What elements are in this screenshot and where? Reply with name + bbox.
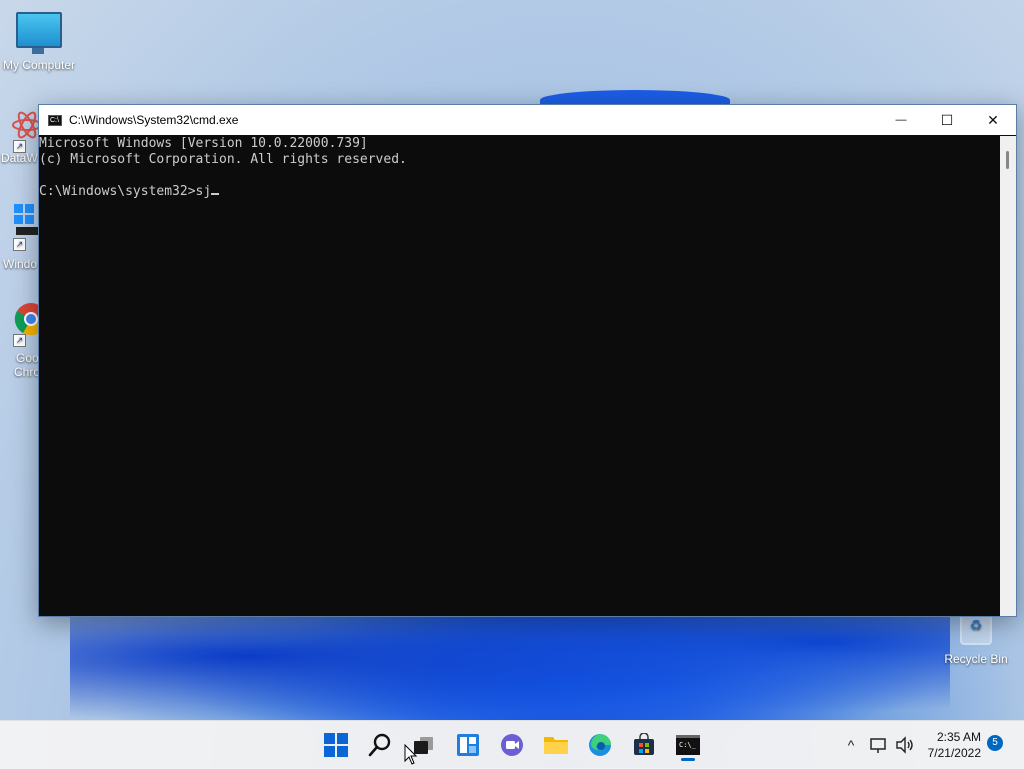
desktop-icon-label: DataW: [1, 151, 38, 165]
edge-button[interactable]: [584, 729, 616, 761]
window-title: C:\Windows\System32\cmd.exe: [69, 113, 239, 127]
store-button[interactable]: [628, 729, 660, 761]
console-prompt: C:\Windows\system32>sj: [39, 184, 212, 199]
text-cursor: [211, 193, 220, 195]
clock[interactable]: 2:35 AM 7/21/2022: [928, 729, 981, 761]
wallpaper-bloom: [70, 600, 950, 740]
network-icon: [870, 738, 886, 753]
desktop-icon-label: Goo: [16, 351, 39, 365]
start-button[interactable]: [320, 729, 352, 761]
terminal-icon: [16, 227, 38, 235]
desktop-icon-label: Windo: [3, 257, 38, 271]
shortcut-arrow-icon: ↗: [13, 238, 26, 251]
console-prompt-line[interactable]: C:\Windows\system32>sj: [39, 184, 1000, 200]
search-button[interactable]: [364, 729, 396, 761]
desktop-icon-label: Recycle Bin: [944, 652, 1008, 666]
desktop-icon-label-line2: Chro: [14, 365, 41, 379]
vertical-scrollbar[interactable]: [1000, 136, 1016, 616]
widgets-icon: [457, 734, 479, 756]
search-icon: [368, 733, 391, 757]
mouse-pointer-icon: [404, 744, 418, 765]
cmd-app-icon: C:\: [48, 114, 62, 126]
desktop-icon-label: My Computer: [2, 58, 76, 72]
console-line: (c) Microsoft Corporation. All rights re…: [39, 152, 407, 167]
shortcut-arrow-icon: ↗: [13, 140, 26, 153]
cmd-window[interactable]: C:\ C:\Windows\System32\cmd.exe — ☐ ✕ Mi…: [38, 104, 1017, 617]
folder-icon: [544, 737, 568, 754]
maximize-icon: ☐: [940, 111, 954, 128]
svg-text:C:\_: C:\_: [679, 741, 697, 749]
clock-time: 2:35 AM: [936, 730, 981, 744]
desktop-icon-dataw[interactable]: ↗ DataW: [0, 108, 42, 165]
taskbar: C:\_ ^ 2:35 AM 7/21/2022: [0, 720, 1024, 769]
shortcut-arrow-icon: ↗: [13, 334, 26, 347]
clock-date: 7/21/2022: [927, 746, 981, 760]
edge-icon: [589, 734, 611, 756]
volume-icon: [896, 736, 913, 754]
active-app-indicator: [681, 758, 695, 761]
close-button[interactable]: ✕: [970, 105, 1016, 135]
scrollbar-thumb[interactable]: [1006, 151, 1009, 169]
chat-button[interactable]: [496, 729, 528, 761]
windows-app-icon: [14, 204, 34, 224]
minimize-button[interactable]: —: [878, 105, 924, 135]
minimize-icon: —: [895, 114, 907, 126]
window-titlebar[interactable]: C:\ C:\Windows\System32\cmd.exe — ☐ ✕: [39, 105, 1016, 135]
windows-logo-icon: [324, 733, 348, 757]
command-prompt-taskbar-button[interactable]: C:\_: [672, 729, 704, 761]
show-hidden-icons-button[interactable]: ^: [836, 729, 866, 761]
volume-button[interactable]: [892, 729, 918, 761]
monitor-icon: [16, 12, 62, 54]
desktop-icon-windo[interactable]: ↗ Windo: [0, 204, 38, 271]
maximize-button[interactable]: ☐: [924, 105, 970, 135]
file-explorer-button[interactable]: [540, 729, 572, 761]
terminal-icon: C:\_: [676, 735, 700, 755]
widgets-button[interactable]: [452, 729, 484, 761]
store-icon: [634, 733, 654, 755]
desktop-icon-chrome[interactable]: ↗ Goo Chro: [0, 302, 48, 379]
network-button[interactable]: [866, 729, 892, 761]
console-output[interactable]: Microsoft Windows [Version 10.0.22000.73…: [39, 136, 1000, 616]
desktop-icon-my-computer[interactable]: My Computer: [0, 12, 78, 72]
console-line: Microsoft Windows [Version 10.0.22000.73…: [39, 136, 368, 151]
close-icon: ✕: [987, 111, 999, 128]
notification-badge[interactable]: 5: [987, 735, 1003, 751]
chat-icon: [501, 734, 523, 756]
chevron-up-icon: ^: [847, 737, 855, 753]
